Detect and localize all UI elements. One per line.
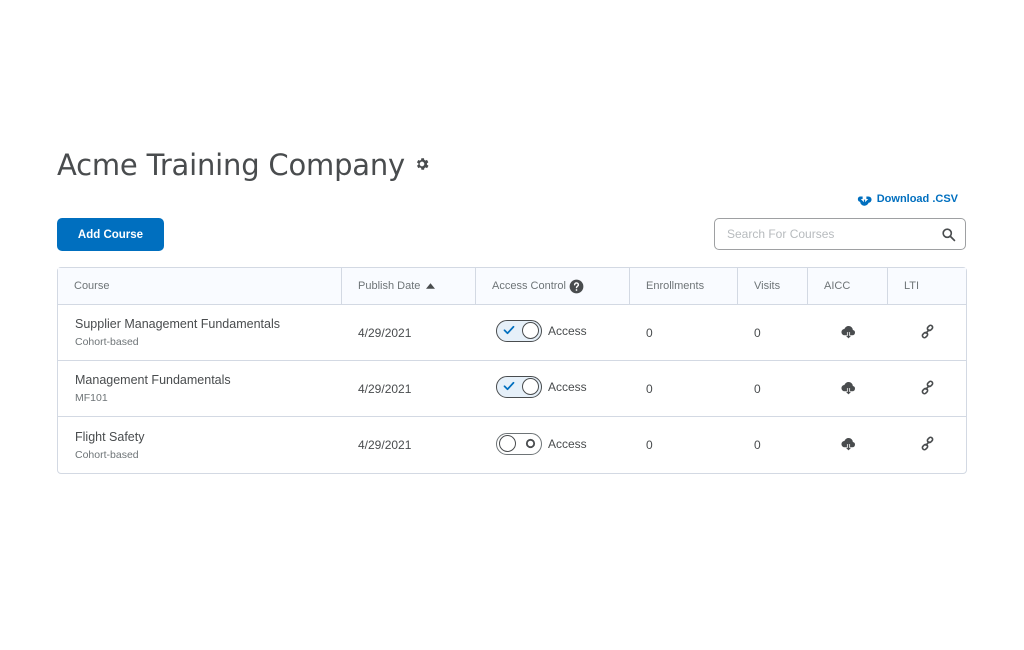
course-subtitle: Cohort-based	[75, 448, 139, 461]
settings-button[interactable]	[413, 155, 431, 173]
page-title: Acme Training Company	[57, 148, 405, 182]
toggle-knob	[499, 434, 516, 452]
visits-count: 0	[738, 305, 808, 361]
column-header-aicc[interactable]: AICC	[808, 268, 888, 305]
help-circle-icon[interactable]	[569, 279, 584, 294]
off-circle-icon	[525, 438, 536, 448]
course-subtitle: Cohort-based	[75, 336, 139, 348]
cloud-download-icon	[840, 325, 855, 338]
toggle-knob	[522, 322, 539, 339]
aicc-download-button[interactable]	[840, 436, 856, 451]
search-input[interactable]	[715, 219, 931, 249]
column-header-publish-date[interactable]: Publish Date	[342, 268, 476, 305]
column-header-lti[interactable]: LTI	[888, 268, 966, 305]
enrollments-count: 0	[630, 361, 738, 417]
cloud-download-icon	[840, 438, 855, 451]
access-label: Access	[548, 380, 587, 394]
search-icon	[941, 227, 955, 241]
column-header-access-control[interactable]: Access Control	[476, 268, 630, 305]
publish-date-label: Publish Date	[358, 280, 421, 292]
lti-link-button[interactable]	[920, 436, 935, 451]
access-toggle[interactable]	[496, 320, 542, 342]
search-box	[714, 218, 966, 250]
toggle-knob	[522, 378, 539, 395]
checkmark-icon	[503, 325, 515, 335]
access-label: Access	[548, 436, 587, 451]
publish-date: 4/29/2021	[358, 438, 412, 452]
lti-link-button[interactable]	[920, 379, 935, 395]
column-header-visits[interactable]: Visits	[738, 268, 808, 305]
download-csv-link[interactable]: Download .CSV	[857, 192, 958, 206]
link-icon	[921, 436, 933, 451]
checkmark-icon	[503, 381, 515, 391]
table-header-row: Course Publish Date Access Control Enrol…	[58, 268, 966, 305]
access-control-label: Access Control	[492, 280, 566, 292]
search-button[interactable]	[931, 219, 965, 249]
column-header-course[interactable]: Course	[58, 268, 342, 305]
course-name[interactable]: Flight Safety	[75, 430, 326, 444]
course-name[interactable]: Supplier Management Fundamentals	[75, 317, 326, 331]
table-row: Supplier Management Fundamentals Cohort-…	[58, 305, 966, 361]
visits-count: 0	[754, 438, 761, 452]
access-toggle[interactable]	[496, 432, 542, 455]
access-toggle[interactable]	[496, 376, 542, 398]
access-label: Access	[548, 324, 587, 338]
visits-count: 0	[738, 361, 808, 417]
cloud-download-icon	[857, 196, 872, 206]
aicc-download-button[interactable]	[840, 324, 856, 339]
table-row: Management Fundamentals MF101 4/29/2021 …	[58, 361, 966, 417]
cloud-download-icon	[840, 381, 855, 394]
publish-date: 4/29/2021	[342, 361, 476, 417]
link-icon	[921, 379, 933, 395]
courses-table: Course Publish Date Access Control Enrol…	[57, 267, 967, 474]
table-row: Flight Safety Cohort-based 4/29/2021 Acc…	[58, 417, 966, 473]
aicc-download-button[interactable]	[840, 380, 856, 395]
sort-ascending-icon	[426, 283, 436, 289]
link-icon	[921, 323, 933, 339]
course-name[interactable]: Management Fundamentals	[75, 373, 326, 387]
column-header-enrollments[interactable]: Enrollments	[630, 268, 738, 305]
lti-link-button[interactable]	[920, 323, 935, 339]
enrollments-count: 0	[630, 305, 738, 361]
gear-icon	[416, 158, 429, 170]
download-csv-label: Download .CSV	[876, 193, 958, 205]
enrollments-count: 0	[646, 438, 653, 452]
add-course-button[interactable]: Add Course	[57, 218, 164, 251]
course-subtitle: MF101	[75, 392, 108, 404]
publish-date: 4/29/2021	[342, 305, 476, 361]
